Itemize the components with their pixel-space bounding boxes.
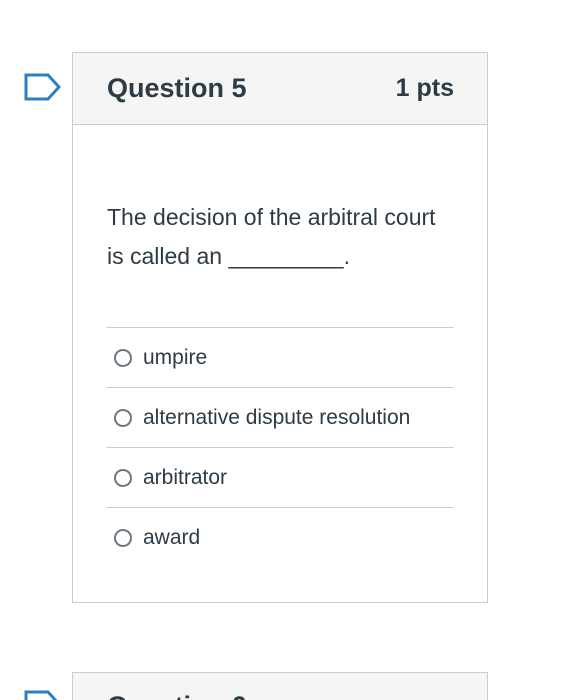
answer-option[interactable]: alternative dispute resolution [107,388,454,448]
answer-list: umpire alternative dispute resolution ar… [107,327,454,568]
question-card: Question 5 1 pts The decision of the arb… [72,52,488,603]
question-points: 1 pts [395,74,454,102]
answer-label: arbitrator [143,465,228,489]
radio-unchecked-icon[interactable] [114,468,132,487]
question-body: The decision of the arbitral court is ca… [73,198,487,568]
answer-label: alternative dispute resolution [143,405,411,429]
radio-unchecked-icon[interactable] [114,408,132,427]
next-question-title: Question 6 [107,691,247,700]
flag-question-icon[interactable] [24,73,64,101]
question-header: Question 5 1 pts [73,53,487,125]
answer-label: umpire [143,345,208,369]
question-title: Question 5 [107,73,247,103]
flag-question-icon[interactable] [24,690,64,700]
answer-label: award [143,526,201,549]
question-text: The decision of the arbitral court is ca… [107,204,436,269]
quiz-page: Question 5 1 pts The decision of the arb… [0,0,582,700]
next-question-card: Question 6 [72,672,488,700]
radio-unchecked-icon[interactable] [114,348,132,367]
answer-option[interactable]: arbitrator [107,448,454,508]
radio-unchecked-icon[interactable] [114,529,132,547]
answer-option[interactable]: award [107,508,454,568]
answer-option[interactable]: umpire [107,328,454,388]
